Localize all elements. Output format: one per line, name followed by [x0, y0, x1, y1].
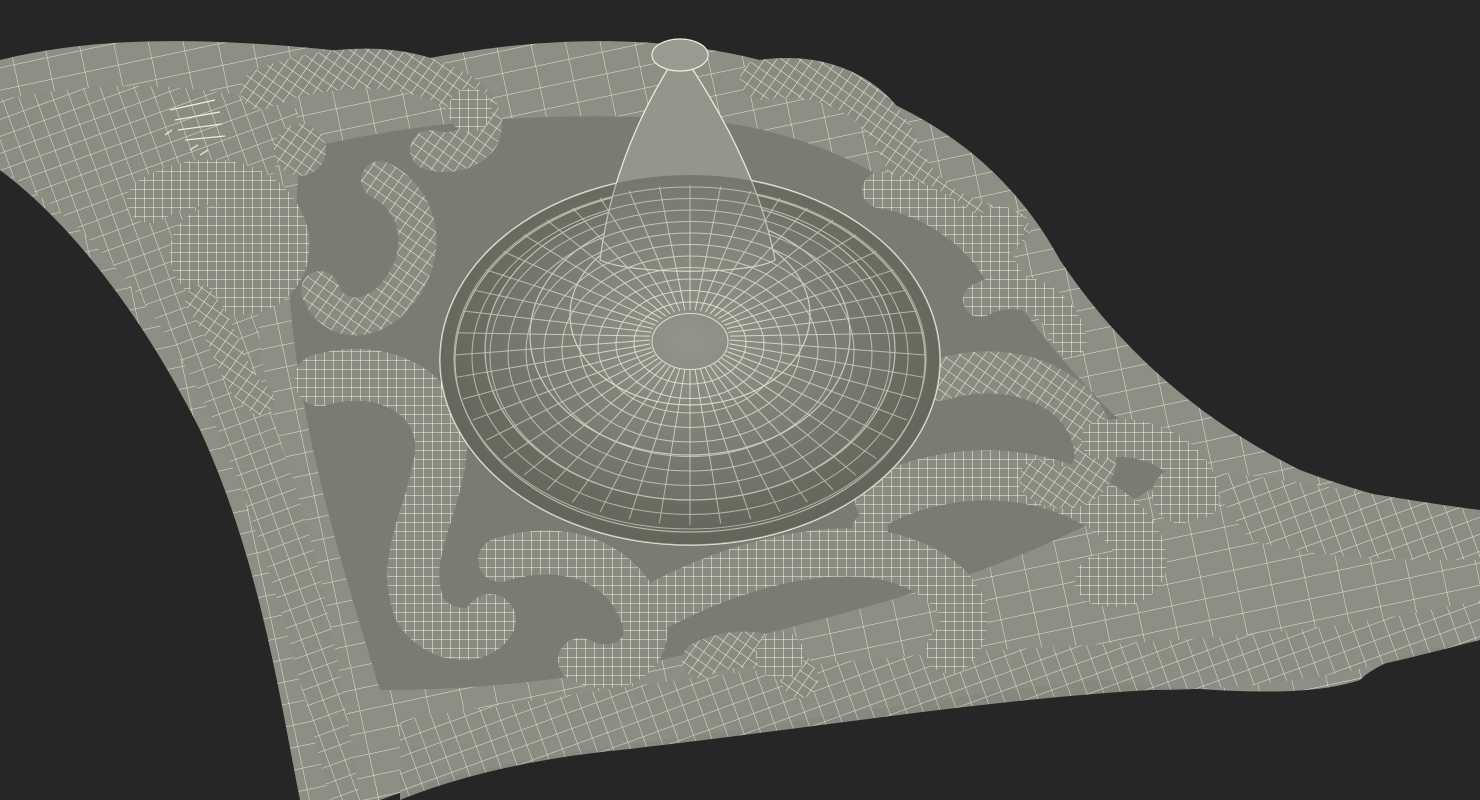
- wireframe-viewport: [0, 0, 1480, 800]
